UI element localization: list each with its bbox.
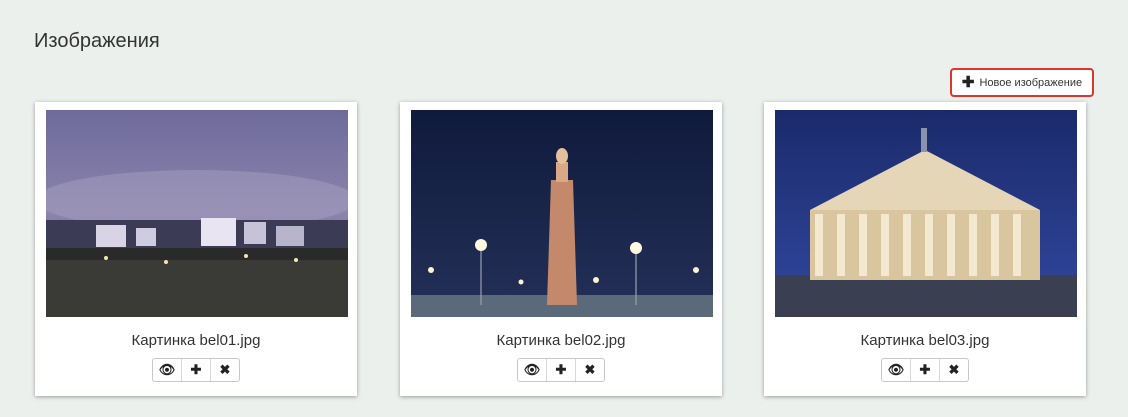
image-card: Картинка bel03.jpg 👁 ✚ ✖ [764, 102, 1086, 396]
close-icon: ✖ [584, 362, 596, 377]
image-thumbnail[interactable] [46, 110, 348, 317]
image-caption: Картинка bel01.jpg [131, 332, 261, 349]
add-button[interactable]: ✚ [547, 359, 576, 381]
delete-button[interactable]: ✖ [940, 359, 968, 381]
plus-icon: ✚ [919, 362, 931, 377]
view-icon: 👁 [523, 362, 541, 377]
view-button[interactable]: 👁 [153, 359, 182, 381]
plus-icon: ✚ [190, 362, 202, 377]
image-caption: Картинка bel02.jpg [496, 332, 626, 349]
image-thumbnail[interactable] [775, 110, 1077, 317]
image-thumbnail[interactable] [411, 110, 713, 317]
image-actions: 👁 ✚ ✖ [517, 358, 605, 382]
add-button[interactable]: ✚ [911, 359, 940, 381]
image-actions: 👁 ✚ ✖ [881, 358, 969, 382]
close-icon: ✖ [219, 362, 231, 377]
image-caption: Картинка bel03.jpg [860, 332, 990, 349]
view-button[interactable]: 👁 [518, 359, 547, 381]
view-button[interactable]: 👁 [882, 359, 911, 381]
new-image-button[interactable]: ✚ Новое изображение [950, 68, 1094, 97]
plus-icon: ✚ [555, 362, 567, 377]
add-button[interactable]: ✚ [182, 359, 211, 381]
image-actions: 👁 ✚ ✖ [152, 358, 240, 382]
delete-button[interactable]: ✖ [211, 359, 239, 381]
image-card: Картинка bel02.jpg 👁 ✚ ✖ [400, 102, 722, 396]
plus-icon: ✚ [961, 74, 975, 91]
delete-button[interactable]: ✖ [576, 359, 604, 381]
image-card: Картинка bel01.jpg 👁 ✚ ✖ [35, 102, 357, 396]
page-title: Изображения [34, 30, 160, 52]
view-icon: 👁 [158, 362, 176, 377]
close-icon: ✖ [948, 362, 960, 377]
new-image-label: Новое изображение [979, 76, 1083, 89]
view-icon: 👁 [887, 362, 905, 377]
